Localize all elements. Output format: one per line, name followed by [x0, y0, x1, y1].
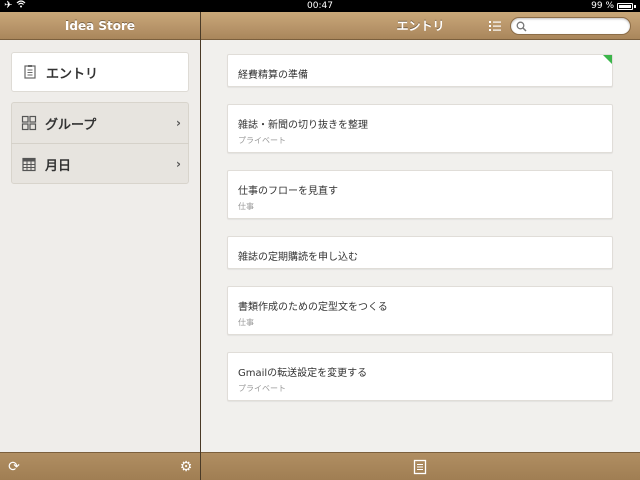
list-item[interactable]: 書類作成のための定型文をつくる 仕事 — [227, 286, 613, 335]
entry-icon — [24, 65, 36, 79]
battery-percent: 99 % — [591, 1, 614, 11]
list-item[interactable]: 雑誌・新聞の切り抜きを整理 プライベート — [227, 104, 613, 153]
flag-icon — [603, 55, 612, 64]
list-icon[interactable] — [488, 19, 502, 33]
sidebar-item-label: 月日 — [45, 158, 72, 174]
entry-title: Gmailの転送設定を変更する — [238, 368, 368, 379]
battery-icon — [617, 2, 633, 10]
sidebar-toolbar: ⟳ ⚙ — [0, 452, 200, 480]
sidebar-title: Idea Store — [0, 12, 200, 40]
gear-icon[interactable]: ⚙ — [178, 459, 194, 475]
list-item[interactable]: 経費精算の準備 — [227, 54, 613, 87]
entry-title: 仕事のフローを見直す — [238, 186, 338, 197]
sidebar-item-label: エントリ — [46, 66, 99, 82]
status-time: 00:47 — [307, 1, 333, 11]
main-pane: エントリ 経費精算の準備 雑誌・新聞の切り抜きを整理 プライベート 仕事のフロー… — [201, 12, 640, 480]
entry-group: プライベート — [238, 136, 286, 145]
entry-title: 雑誌の定期購読を申し込む — [238, 252, 358, 263]
entry-group: プライベート — [238, 384, 286, 393]
grid-icon — [21, 115, 37, 131]
header: エントリ — [201, 12, 640, 40]
entry-group: 仕事 — [238, 202, 254, 211]
sidebar-item-group[interactable]: グループ › — [11, 103, 189, 144]
sidebar-item-label: グループ — [45, 117, 97, 133]
search-input[interactable] — [510, 17, 631, 35]
status-bar: ✈ 00:47 99 % — [0, 0, 640, 12]
sync-icon[interactable]: ⟳ — [6, 459, 22, 475]
list-item[interactable]: Gmailの転送設定を変更する プライベート — [227, 352, 613, 401]
chevron-right-icon: › — [176, 157, 181, 171]
list-item[interactable]: 仕事のフローを見直す 仕事 — [227, 170, 613, 219]
calendar-icon — [22, 157, 36, 172]
entry-title: 書類作成のための定型文をつくる — [238, 302, 388, 313]
list-item[interactable]: 雑誌の定期購読を申し込む — [227, 236, 613, 269]
entry-title: 経費精算の準備 — [238, 70, 308, 81]
page-title: エントリ — [396, 19, 445, 33]
sidebar-item-entry[interactable]: エントリ — [11, 52, 189, 92]
entry-title: 雑誌・新聞の切り抜きを整理 — [238, 120, 368, 131]
entry-group: 仕事 — [238, 318, 254, 327]
main-toolbar — [201, 452, 640, 480]
search-icon — [516, 21, 527, 32]
compose-icon[interactable] — [413, 459, 427, 475]
sidebar: Idea Store エントリ グループ › 月日 › ⟳ ⚙ — [0, 12, 200, 480]
chevron-right-icon: › — [176, 116, 181, 130]
sidebar-item-month[interactable]: 月日 › — [11, 144, 189, 184]
